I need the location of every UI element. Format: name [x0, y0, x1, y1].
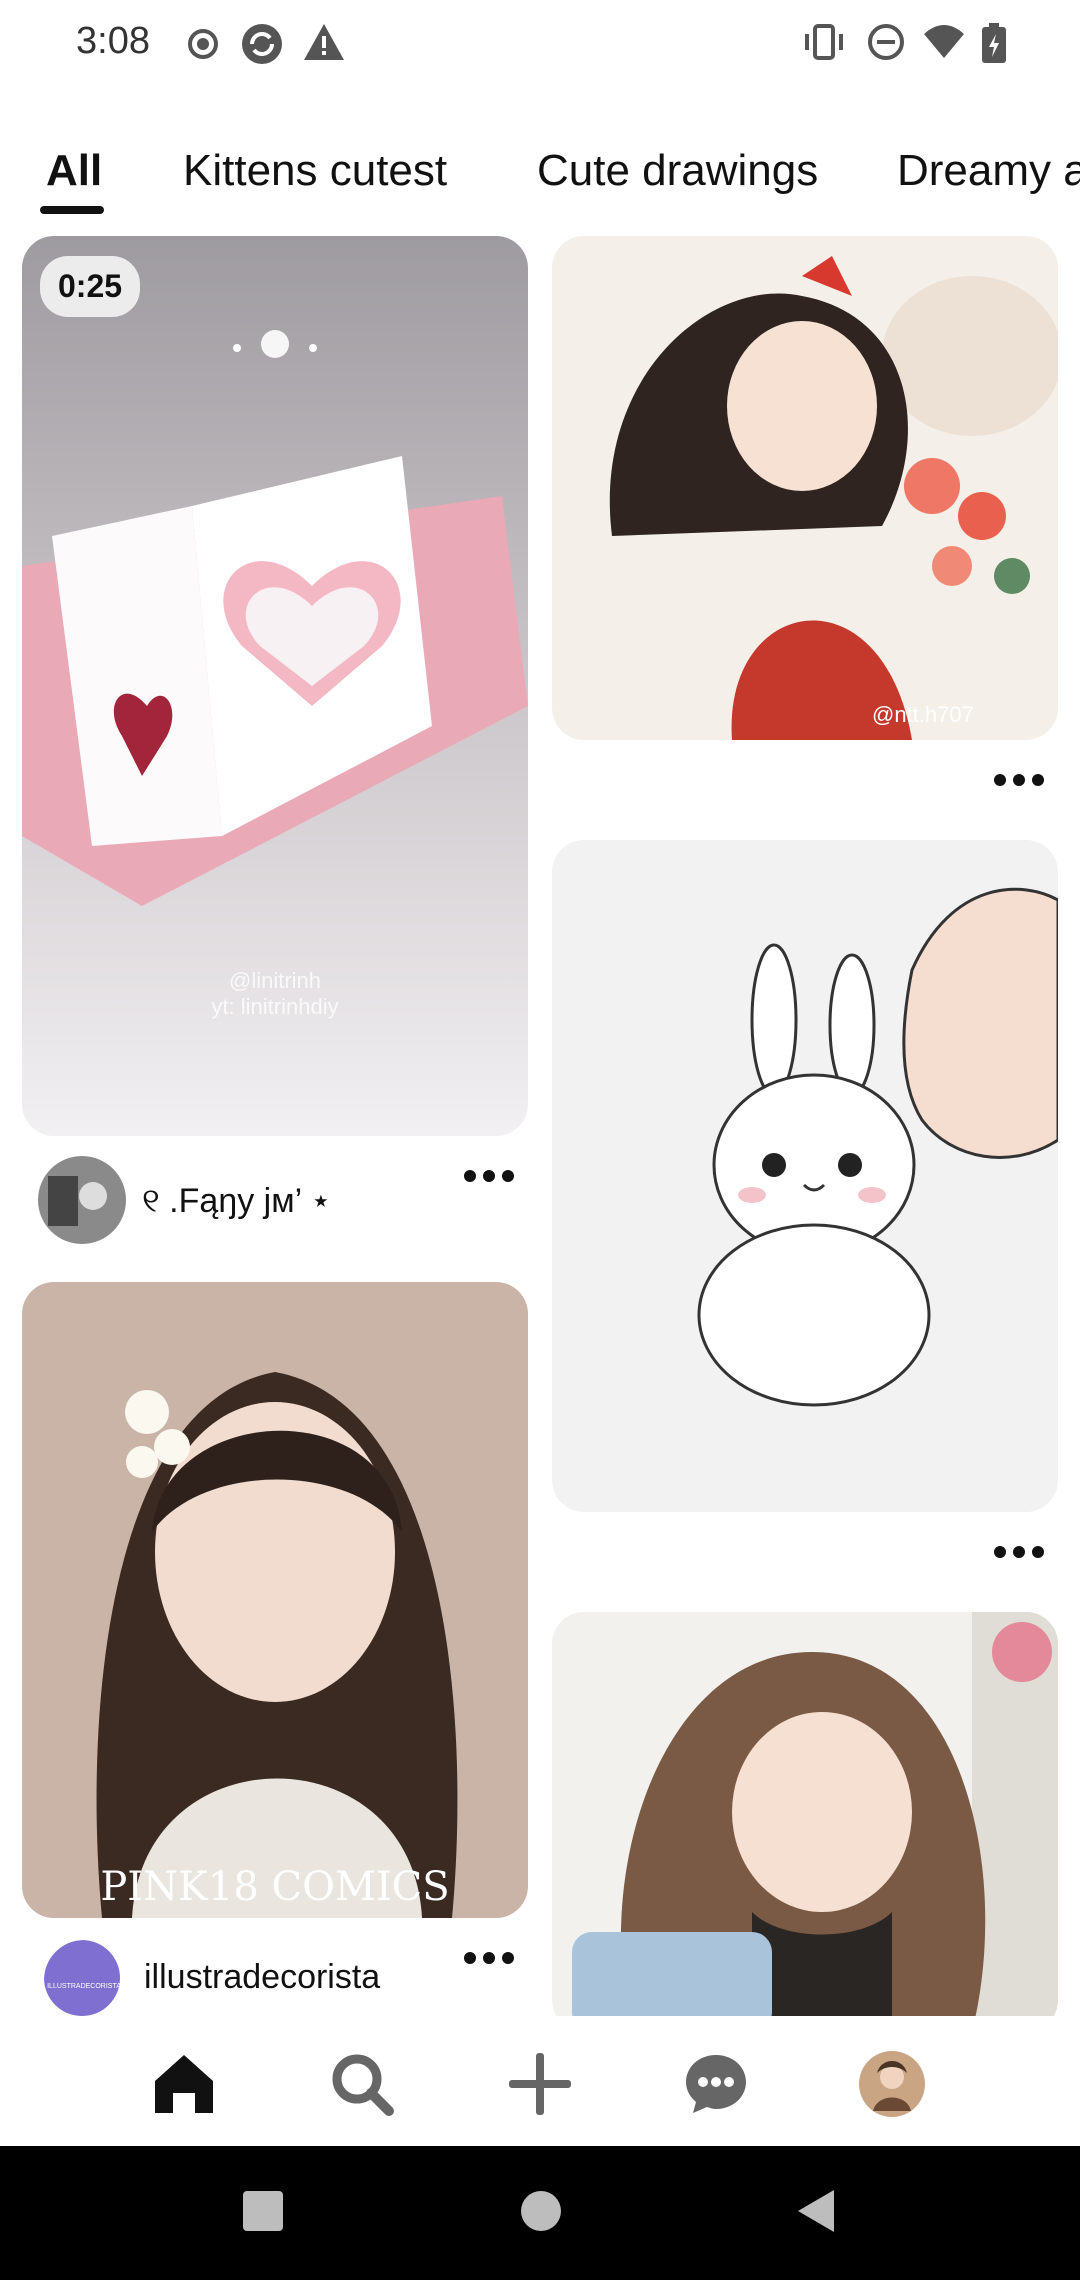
- plus-icon: [509, 2053, 571, 2115]
- battery-icon: [980, 22, 1008, 71]
- more-options-icon[interactable]: [990, 1542, 1050, 1562]
- sync-icon: [240, 22, 284, 71]
- home-button-icon[interactable]: [520, 2190, 562, 2232]
- status-bar: 3:08: [0, 0, 1080, 88]
- nav-search[interactable]: [322, 2044, 402, 2124]
- tab-all[interactable]: All: [46, 146, 102, 196]
- video-watermark-1: @linitrinh: [229, 968, 321, 993]
- tab-kittens-cutest[interactable]: Kittens cutest: [183, 146, 447, 196]
- pin-watermark: PINK18 COMICS: [100, 1864, 449, 1910]
- tab-dreamy[interactable]: Dreamy a: [897, 146, 1080, 196]
- status-time: 3:08: [76, 20, 150, 62]
- nav-create[interactable]: [500, 2044, 580, 2124]
- video-watermark-2: yt: linitrinhdiy: [211, 994, 338, 1019]
- recents-icon[interactable]: [242, 2190, 284, 2232]
- avatar-text: ILLUSTRADECORISTA: [47, 1983, 121, 1990]
- pin-video-card[interactable]: @linitrinh yt: linitrinhdiy 0:25: [22, 236, 528, 1136]
- nav-messages[interactable]: [676, 2044, 756, 2124]
- warning-icon: [302, 22, 346, 67]
- search-icon: [332, 2054, 394, 2116]
- avatar[interactable]: [38, 1156, 126, 1244]
- nav-profile[interactable]: [852, 2044, 932, 2124]
- avatar[interactable]: ILLUSTRADECORISTA: [42, 1938, 122, 2016]
- video-duration-badge: 0:25: [40, 256, 141, 317]
- tab-selected-indicator: [40, 206, 104, 214]
- more-options-icon[interactable]: [460, 1166, 520, 1186]
- home-icon: [155, 2055, 213, 2113]
- pin-feed[interactable]: @linitrinh yt: linitrinhdiy 0:25 ୧ .Fąŋy…: [0, 236, 1080, 2016]
- pin-laughing-girl[interactable]: [552, 1612, 1058, 2016]
- pin-girl-flower[interactable]: PINK18 COMICS: [22, 1282, 528, 1918]
- profile-avatar: [859, 2051, 925, 2117]
- vibrate-icon: [802, 22, 846, 67]
- pin-girl-roses[interactable]: @ntt.h707: [552, 236, 1058, 740]
- do-not-disturb-icon: [866, 22, 906, 67]
- bottom-navigation: [0, 2016, 1080, 2146]
- tab-cute-drawings[interactable]: Cute drawings: [537, 146, 818, 196]
- pin-bunny[interactable]: [552, 840, 1058, 1512]
- more-options-icon[interactable]: [460, 1948, 520, 1968]
- more-options-icon[interactable]: [990, 770, 1050, 790]
- pin-watermark: @ntt.h707: [872, 702, 974, 727]
- chat-icon: [686, 2055, 746, 2113]
- pin-user-name[interactable]: illustradecorista: [144, 1958, 380, 1997]
- wifi-icon: [922, 22, 966, 67]
- nav-home[interactable]: [144, 2044, 224, 2124]
- back-icon[interactable]: [796, 2188, 836, 2234]
- record-icon: [186, 22, 220, 67]
- system-navigation-bar: [0, 2146, 1080, 2280]
- board-tabs: All Kittens cutest Cute drawings Dreamy …: [0, 136, 1080, 216]
- pin-user-name[interactable]: ୧ .Fąŋy jм’ ⋆: [142, 1181, 332, 1221]
